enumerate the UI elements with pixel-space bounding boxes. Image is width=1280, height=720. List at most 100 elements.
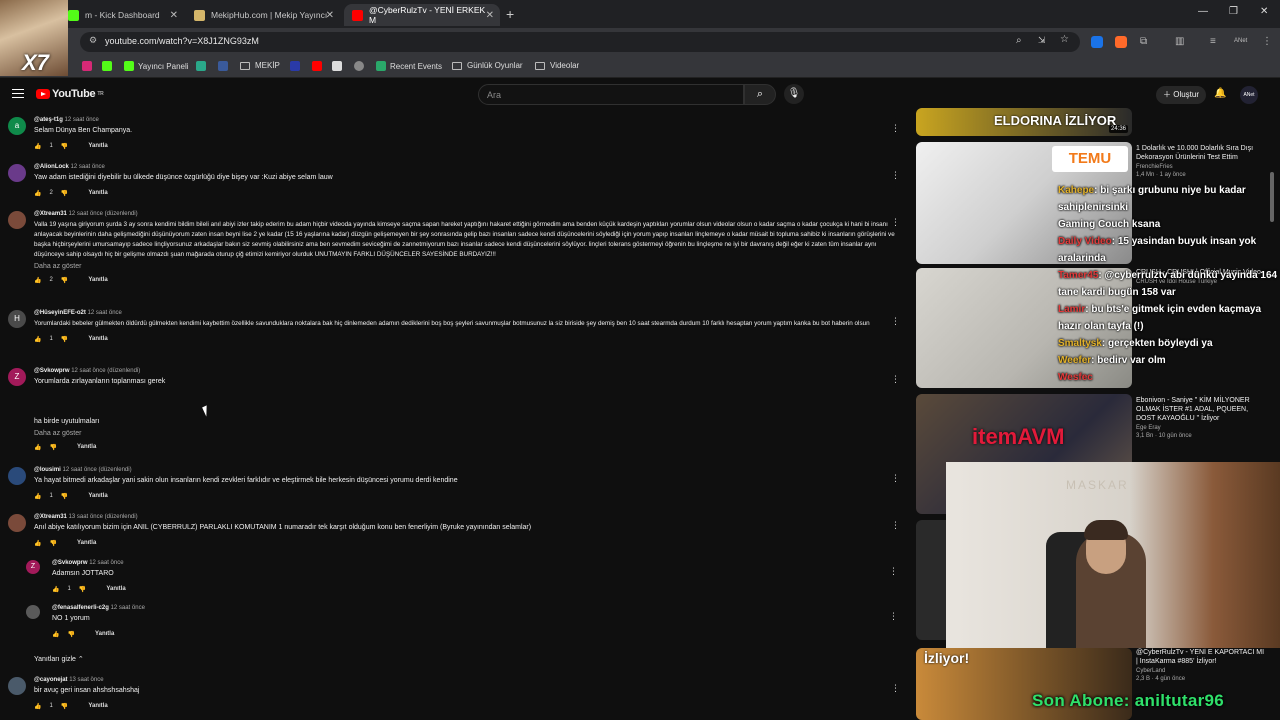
address-bar[interactable]: ⚙ youtube.com/watch?v=X8J1ZNG93zM ⌕ ⇲ ☆ [80, 32, 1080, 52]
comment-author[interactable]: @ateş-t1g [34, 117, 63, 123]
comment-time[interactable]: 12 saat önce [65, 117, 99, 123]
video-info[interactable]: 1 Dolarlık ve 10.000 Dolarlık Sıra Dışı … [1136, 144, 1266, 178]
dislike-icon[interactable]: 👎 [49, 444, 56, 451]
avatar[interactable]: a [8, 117, 26, 135]
more-options-icon[interactable]: ⋮ [889, 611, 898, 622]
avatar[interactable] [8, 514, 26, 532]
reply-button[interactable]: Yanıtla [106, 586, 125, 592]
comment-author[interactable]: @HüseyinEFE-o2t [34, 310, 86, 316]
bookmark-item[interactable] [332, 61, 346, 71]
avatar[interactable] [8, 211, 26, 229]
avatar[interactable] [8, 467, 26, 485]
comment-author[interactable]: @lousimi [34, 467, 61, 473]
extensions-puzzle-icon[interactable]: ⧉ [1140, 36, 1147, 47]
reply-button[interactable]: Yanıtla [77, 540, 96, 546]
close-icon[interactable]: ✕ [170, 10, 178, 21]
reply-button[interactable]: Yanıtla [77, 444, 96, 450]
dislike-icon[interactable]: 👎 [79, 586, 86, 593]
dislike-icon[interactable]: 👎 [67, 631, 74, 638]
video-info[interactable]: @CyberRulzTv - YENİ E KAPORTACI MI | Ins… [1136, 648, 1266, 682]
video-title[interactable]: @CyberRulzTv - YENİ E KAPORTACI MI | Ins… [1136, 648, 1266, 666]
more-options-icon[interactable]: ⋮ [891, 217, 900, 228]
comment-author[interactable]: @fenasalfenerli-c2g [52, 605, 109, 611]
close-window-button[interactable]: ✕ [1260, 6, 1268, 17]
like-icon[interactable]: 👍 [34, 493, 41, 500]
comment-time[interactable]: 12 saat önce (düzenlendi) [71, 368, 140, 374]
reply-button[interactable]: Yanıtla [88, 143, 107, 149]
dislike-icon[interactable]: 👎 [49, 540, 56, 547]
comment-time[interactable]: 12 saat önce [111, 605, 145, 611]
like-icon[interactable]: 👍 [34, 190, 41, 197]
reply-button[interactable]: Yanıtla [88, 190, 107, 196]
close-icon[interactable]: ✕ [486, 10, 494, 21]
like-icon[interactable]: 👍 [34, 703, 41, 710]
dislike-icon[interactable]: 👎 [61, 703, 68, 710]
extension-icon[interactable] [1091, 36, 1103, 48]
extension-icon[interactable] [1115, 36, 1127, 48]
zoom-icon[interactable]: ⌕ [1016, 35, 1022, 46]
media-icon[interactable]: ≡ [1210, 36, 1216, 47]
like-icon[interactable]: 👍 [34, 277, 41, 284]
like-icon[interactable]: 👍 [34, 444, 41, 451]
minimize-button[interactable]: — [1198, 6, 1208, 17]
reply-button[interactable]: Yanıtla [88, 336, 107, 342]
avatar[interactable]: Z [26, 560, 40, 574]
comment-time[interactable]: 12 saat önce [71, 164, 105, 170]
avatar[interactable] [8, 677, 26, 695]
tab-youtube-active[interactable]: @CyberRulzTv - YENİ ERKEK M ✕ [344, 4, 500, 26]
bookmark-item[interactable] [354, 61, 368, 71]
channel-name[interactable]: FrenchieFries [1136, 164, 1266, 170]
more-options-icon[interactable]: ⋮ [891, 374, 900, 385]
comment-author[interactable]: @Svkowprw [34, 368, 70, 374]
dislike-icon[interactable]: 👎 [61, 493, 68, 500]
comment-time[interactable]: 13 saat önce (düzenlendi) [69, 514, 138, 520]
comment-time[interactable]: 12 saat önce [88, 310, 122, 316]
bookmark-star-icon[interactable]: ☆ [1060, 34, 1069, 45]
new-tab-button[interactable]: + [506, 6, 514, 22]
avatar[interactable]: H [8, 310, 26, 328]
show-less-button[interactable]: Daha az göster [34, 263, 906, 270]
comment-time[interactable]: 12 saat önce (düzenlendi) [69, 211, 138, 217]
like-icon[interactable]: 👍 [34, 143, 41, 150]
search-button[interactable]: ⌕ [744, 84, 776, 105]
close-icon[interactable]: ✕ [326, 10, 334, 21]
bookmark-mekip[interactable]: MEKİP [240, 61, 280, 70]
reply-button[interactable]: Yanıtla [88, 493, 107, 499]
like-icon[interactable]: 👍 [34, 336, 41, 343]
dislike-icon[interactable]: 👎 [61, 190, 68, 197]
notifications-bell-icon[interactable]: 🔔 [1214, 88, 1226, 99]
youtube-logo[interactable]: YouTube TR [36, 88, 104, 100]
comment-author[interactable]: @Xtream31 [34, 514, 67, 520]
tab-mekiphub[interactable]: MekipHub.com | Mekip Yayıncı ✕ [186, 4, 340, 26]
channel-name[interactable]: CyberLand [1136, 668, 1266, 674]
reply-button[interactable]: Yanıtla [88, 703, 107, 709]
search-input[interactable]: Ara [478, 84, 744, 105]
avatar[interactable] [26, 605, 40, 619]
comment-time[interactable]: 13 saat önce [69, 677, 103, 683]
video-thumbnail[interactable]: ELDORINA İZLİYOR 24:36 [916, 108, 1132, 136]
menu-icon[interactable]: ⋮ [1262, 36, 1272, 47]
show-less-button[interactable]: Daha az göster [34, 430, 906, 437]
comment-time[interactable]: 12 saat önce [89, 560, 123, 566]
bookmark-item[interactable] [196, 61, 210, 71]
like-icon[interactable]: 👍 [52, 631, 59, 638]
more-options-icon[interactable]: ⋮ [891, 520, 900, 531]
avatar[interactable] [8, 164, 26, 182]
more-options-icon[interactable]: ⋮ [891, 683, 900, 694]
menu-hamburger-icon[interactable] [12, 89, 24, 98]
comment-time[interactable]: 12 saat önce (düzenlendi) [63, 467, 132, 473]
more-options-icon[interactable]: ⋮ [891, 170, 900, 181]
reply-button[interactable]: Yanıtla [95, 631, 114, 637]
bookmark-item[interactable] [290, 61, 304, 71]
comment-author[interactable]: @Svkowprw [52, 560, 88, 566]
video-title[interactable]: 1 Dolarlık ve 10.000 Dolarlık Sıra Dışı … [1136, 144, 1266, 162]
dislike-icon[interactable]: 👎 [61, 143, 68, 150]
more-options-icon[interactable]: ⋮ [891, 473, 900, 484]
comment-author[interactable]: @AlionLock [34, 164, 69, 170]
kick-icon[interactable] [102, 61, 116, 71]
site-info-icon[interactable]: ⚙ [89, 35, 97, 46]
account-avatar[interactable]: ANet [1240, 86, 1258, 104]
sidepanel-icon[interactable]: ▥ [1175, 36, 1184, 47]
dislike-icon[interactable]: 👎 [61, 336, 68, 343]
instagram-icon[interactable] [82, 61, 96, 71]
